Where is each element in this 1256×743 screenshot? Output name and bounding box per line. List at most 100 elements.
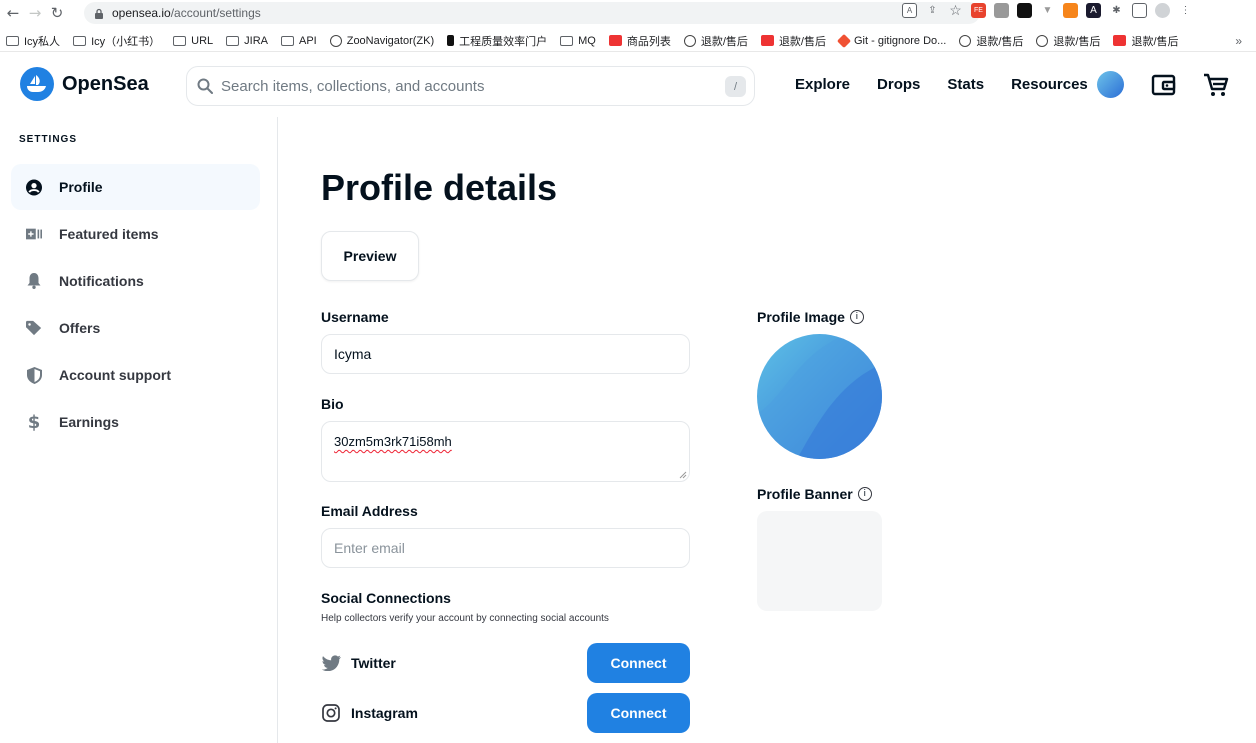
resize-handle-icon[interactable]: [679, 471, 687, 479]
nav-resources[interactable]: Resources: [1011, 76, 1088, 93]
bookmark[interactable]: 退款/售后: [683, 33, 748, 49]
main-nav: Explore Drops Stats Resources: [795, 76, 1088, 93]
sidebar-item-label: Featured items: [59, 226, 159, 242]
extensions-puzzle-icon[interactable]: ✱: [1109, 3, 1124, 18]
extension-a-icon[interactable]: A: [1086, 3, 1101, 18]
site-icon: [608, 35, 622, 46]
cart-icon[interactable]: [1202, 71, 1230, 99]
bookmark[interactable]: 商品列表: [608, 33, 671, 49]
nav-stats[interactable]: Stats: [947, 76, 984, 93]
share-icon[interactable]: ⇪: [925, 3, 940, 18]
bio-label: Bio: [321, 396, 344, 412]
wallet-icon[interactable]: [1151, 72, 1177, 98]
bookmark[interactable]: Git - gitignore Do...: [836, 33, 947, 48]
profile-image-heading: Profile Image i: [757, 309, 864, 325]
bookmark[interactable]: JIRA: [226, 35, 268, 47]
bookmark[interactable]: MQ: [560, 35, 596, 47]
email-placeholder: Enter email: [334, 540, 405, 556]
sidebar-item-profile[interactable]: Profile: [11, 164, 260, 210]
tag-icon: [26, 320, 42, 336]
bookmarks-bar: Icy私人 Icy（小红书） URL JIRA API ZooNavigator…: [0, 30, 1256, 52]
extension-qr-icon[interactable]: [1017, 3, 1032, 18]
info-icon[interactable]: i: [849, 310, 864, 324]
bookmark[interactable]: 工程质量效率门户: [447, 33, 547, 49]
bookmarks-overflow-icon[interactable]: »: [1235, 34, 1242, 48]
bookmark[interactable]: Icy私人: [6, 33, 60, 49]
sidepanel-icon[interactable]: [1132, 3, 1147, 18]
social-row-twitter: Twitter Connect: [321, 643, 690, 683]
bookmark-label: Git - gitignore Do...: [854, 34, 947, 47]
search-icon: [197, 78, 213, 94]
sidebar-item-featured[interactable]: Featured items: [11, 211, 260, 257]
sidebar-item-offers[interactable]: Offers: [11, 305, 260, 351]
sidebar-item-label: Offers: [59, 320, 101, 336]
bookmark[interactable]: 退款/售后: [760, 33, 826, 49]
bookmark-label: 退款/售后: [778, 35, 826, 48]
sidebar-item-account-support[interactable]: Account support: [11, 352, 260, 398]
site-icon: [1113, 35, 1127, 46]
account-icon[interactable]: [1155, 3, 1170, 18]
sidebar-title: SETTINGS: [19, 134, 78, 145]
folder-icon: [226, 35, 240, 46]
address-bar[interactable]: opensea.io/account/settings: [84, 2, 980, 24]
portal-icon: [447, 35, 455, 46]
user-avatar[interactable]: [1097, 71, 1124, 98]
instagram-connect-button[interactable]: Connect: [587, 693, 690, 733]
opensea-logo-icon: [20, 67, 54, 101]
bookmark[interactable]: 退款/售后: [1036, 33, 1100, 49]
folder-icon: [560, 35, 574, 46]
forward-icon[interactable]: →: [24, 4, 46, 22]
sidebar-item-label: Notifications: [59, 273, 144, 289]
bio-textarea[interactable]: 30zm5m3rk71i58mh: [321, 421, 690, 482]
bookmark-label: URL: [191, 34, 214, 47]
translate-icon[interactable]: A: [902, 3, 917, 18]
metamask-icon[interactable]: [1063, 3, 1078, 18]
bookmark-label: API: [298, 34, 317, 47]
bookmark-label: MQ: [578, 34, 596, 47]
reload-icon[interactable]: ↻: [46, 4, 68, 22]
menu-dots-icon[interactable]: ⋮: [1178, 3, 1193, 18]
bookmark[interactable]: API: [280, 34, 317, 47]
brand-name: OpenSea: [62, 72, 149, 95]
nav-explore[interactable]: Explore: [795, 76, 850, 93]
dollar-icon: $: [27, 411, 41, 433]
profile-image[interactable]: [757, 334, 882, 459]
lock-icon: [95, 8, 103, 19]
bookmark[interactable]: ZooNavigator(ZK): [329, 34, 435, 47]
bookmark-star-icon[interactable]: ☆: [948, 2, 963, 18]
info-icon[interactable]: i: [857, 487, 872, 501]
profile-banner-heading: Profile Banner i: [757, 486, 872, 502]
bookmark[interactable]: 退款/售后: [959, 33, 1023, 49]
extension-proxy-icon[interactable]: [994, 3, 1009, 18]
zoo-icon: [329, 34, 342, 47]
profile-banner[interactable]: [757, 511, 882, 611]
search-bar[interactable]: /: [186, 66, 755, 106]
bookmark-label: JIRA: [244, 34, 268, 47]
sidebar-item-earnings[interactable]: $ Earnings: [11, 399, 260, 445]
user-circle-icon: [26, 179, 42, 195]
globe-icon: [683, 34, 696, 47]
bookmark[interactable]: 退款/售后: [1113, 33, 1179, 49]
social-help-text: Help collectors verify your account by c…: [321, 613, 609, 624]
twitter-connect-button[interactable]: Connect: [587, 643, 690, 683]
extension-vue-icon[interactable]: ▼: [1040, 3, 1055, 18]
username-field[interactable]: Icyma: [321, 334, 690, 374]
nav-drops[interactable]: Drops: [877, 76, 920, 93]
preview-button[interactable]: Preview: [321, 231, 419, 281]
bio-value: 30zm5m3rk71i58mh: [334, 434, 452, 449]
sidebar-item-label: Earnings: [59, 414, 119, 430]
site-icon: [760, 35, 774, 46]
bookmark-label: ZooNavigator(ZK): [346, 34, 435, 47]
logo[interactable]: OpenSea: [20, 67, 149, 101]
folder-icon: [280, 35, 294, 46]
bookmark[interactable]: URL: [173, 35, 213, 47]
featured-icon: [26, 226, 42, 242]
email-field[interactable]: Enter email: [321, 528, 690, 568]
page-title: Profile details: [321, 167, 558, 208]
bookmark-label: 退款/售后: [976, 35, 1024, 48]
extension-fe-icon[interactable]: FE: [971, 3, 986, 18]
bookmark[interactable]: Icy（小红书）: [73, 33, 160, 49]
sidebar-item-notifications[interactable]: Notifications: [11, 258, 260, 304]
back-icon[interactable]: ←: [2, 4, 24, 22]
search-input[interactable]: [221, 77, 701, 95]
